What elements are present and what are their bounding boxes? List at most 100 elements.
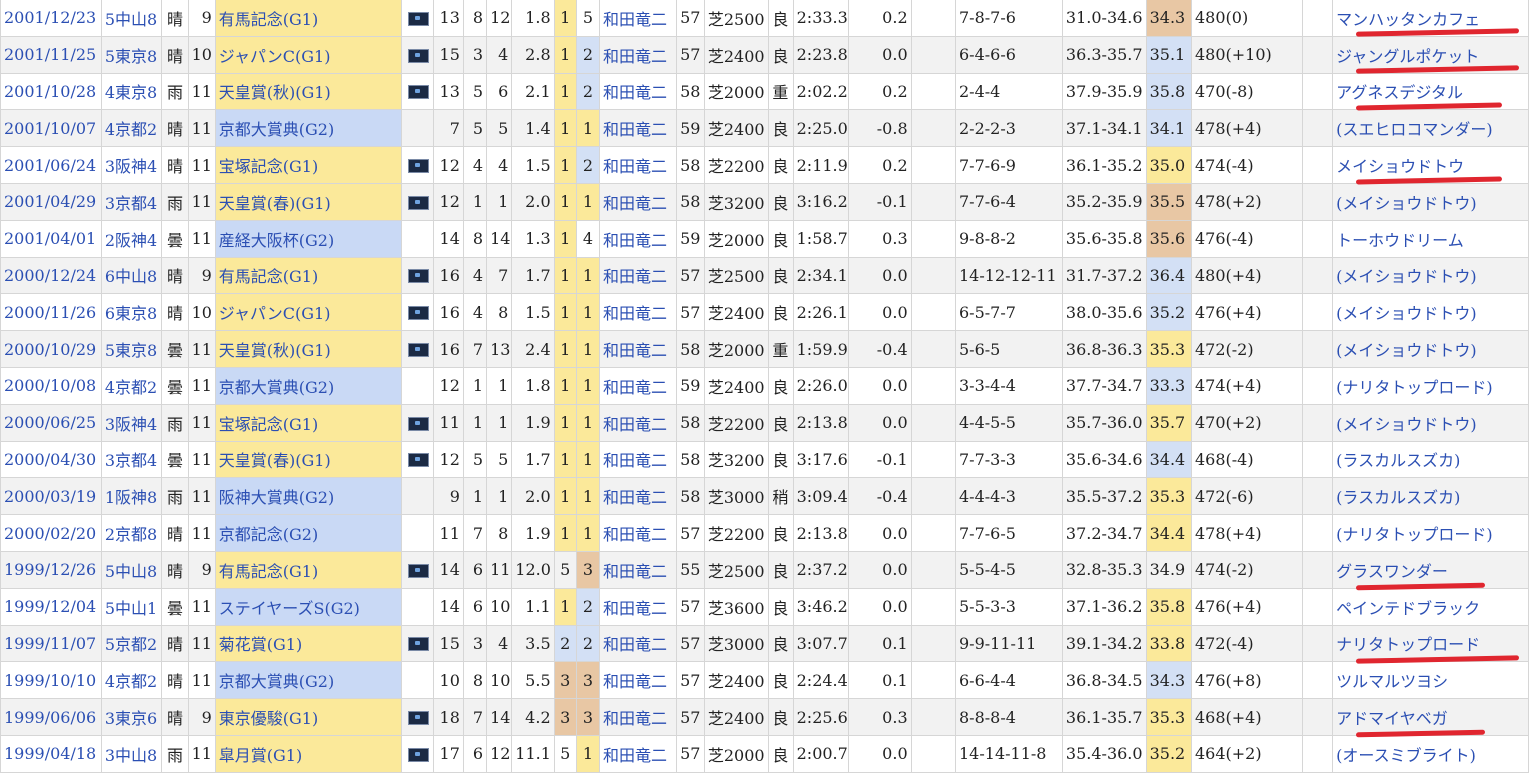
video-cell[interactable] bbox=[401, 550, 434, 589]
video-cell[interactable] bbox=[401, 403, 434, 442]
race-name-cell[interactable]: 宝塚記念(G1) bbox=[214, 403, 403, 442]
race-name-cell[interactable]: 有馬記念(G1) bbox=[214, 256, 403, 295]
video-icon[interactable] bbox=[407, 11, 429, 26]
race-name-cell[interactable]: 京都大賞典(G2) bbox=[214, 366, 403, 405]
video-cell[interactable] bbox=[401, 477, 434, 516]
jockey-cell[interactable]: 和田竜二 bbox=[599, 146, 677, 184]
venue-cell[interactable]: 4京都2 bbox=[100, 661, 163, 700]
video-icon[interactable] bbox=[407, 306, 429, 321]
date-cell[interactable]: 2000/10/08 bbox=[0, 366, 102, 405]
video-cell[interactable] bbox=[401, 35, 434, 74]
video-cell[interactable] bbox=[401, 330, 434, 368]
jockey-cell[interactable]: 和田竜二 bbox=[599, 293, 677, 332]
date-cell[interactable]: 1999/10/10 bbox=[0, 661, 102, 700]
date-cell[interactable]: 2001/04/01 bbox=[0, 219, 102, 258]
venue-cell[interactable]: 6東京8 bbox=[100, 293, 163, 332]
date-cell[interactable]: 2000/06/25 bbox=[0, 403, 102, 442]
date-cell[interactable]: 1999/12/04 bbox=[0, 587, 102, 626]
race-name-cell[interactable]: 京都記念(G2) bbox=[214, 514, 403, 552]
video-cell[interactable] bbox=[401, 256, 434, 295]
jockey-cell[interactable]: 和田竜二 bbox=[599, 256, 677, 295]
video-cell[interactable] bbox=[401, 72, 434, 111]
video-cell[interactable] bbox=[401, 366, 434, 405]
jockey-cell[interactable]: 和田竜二 bbox=[599, 624, 677, 663]
venue-cell[interactable]: 3阪神4 bbox=[100, 403, 163, 442]
venue-cell[interactable]: 4京都2 bbox=[100, 109, 163, 148]
date-cell[interactable]: 2001/11/25 bbox=[0, 35, 102, 74]
date-cell[interactable]: 1999/06/06 bbox=[0, 698, 102, 736]
video-icon[interactable] bbox=[407, 453, 429, 468]
winner-cell[interactable]: (ナリタトップロード) bbox=[1332, 514, 1529, 552]
jockey-cell[interactable]: 和田竜二 bbox=[599, 514, 677, 552]
venue-cell[interactable]: 3京都4 bbox=[100, 440, 163, 479]
video-icon[interactable] bbox=[407, 711, 429, 726]
race-name-cell[interactable]: 京都大賞典(G2) bbox=[214, 109, 403, 148]
jockey-cell[interactable]: 和田竜二 bbox=[599, 35, 677, 74]
jockey-cell[interactable]: 和田竜二 bbox=[599, 698, 677, 736]
race-name-cell[interactable]: 宝塚記念(G1) bbox=[214, 146, 403, 184]
race-name-cell[interactable]: 皐月賞(G1) bbox=[214, 734, 403, 773]
race-name-cell[interactable]: ステイヤーズS(G2) bbox=[214, 587, 403, 626]
race-name-cell[interactable]: 東京優駿(G1) bbox=[214, 698, 403, 736]
winner-cell[interactable]: (メイショウドトウ) bbox=[1332, 403, 1529, 442]
date-cell[interactable]: 2000/11/26 bbox=[0, 293, 102, 332]
video-icon[interactable] bbox=[407, 747, 429, 762]
jockey-cell[interactable]: 和田竜二 bbox=[599, 403, 677, 442]
race-name-cell[interactable]: 天皇賞(秋)(G1) bbox=[214, 72, 403, 111]
race-name-cell[interactable]: 有馬記念(G1) bbox=[214, 550, 403, 589]
jockey-cell[interactable]: 和田竜二 bbox=[599, 587, 677, 626]
date-cell[interactable]: 1999/11/07 bbox=[0, 624, 102, 663]
jockey-cell[interactable]: 和田竜二 bbox=[599, 661, 677, 700]
winner-cell[interactable]: (メイショウドトウ) bbox=[1332, 330, 1529, 368]
race-name-cell[interactable]: 天皇賞(春)(G1) bbox=[214, 182, 403, 221]
winner-cell[interactable]: (ナリタトップロード) bbox=[1332, 366, 1529, 405]
video-cell[interactable] bbox=[401, 624, 434, 663]
date-cell[interactable]: 2001/10/28 bbox=[0, 72, 102, 111]
jockey-cell[interactable]: 和田竜二 bbox=[599, 0, 677, 37]
jockey-cell[interactable]: 和田竜二 bbox=[599, 330, 677, 368]
jockey-cell[interactable]: 和田竜二 bbox=[599, 440, 677, 479]
winner-cell[interactable]: (ラスカルスズカ) bbox=[1332, 440, 1529, 479]
winner-cell[interactable]: (ラスカルスズカ) bbox=[1332, 477, 1529, 516]
video-cell[interactable] bbox=[401, 698, 434, 736]
venue-cell[interactable]: 2京都8 bbox=[100, 514, 163, 552]
date-cell[interactable]: 2000/02/20 bbox=[0, 514, 102, 552]
video-cell[interactable] bbox=[401, 734, 434, 773]
venue-cell[interactable]: 5中山1 bbox=[100, 587, 163, 626]
race-name-cell[interactable]: 菊花賞(G1) bbox=[214, 624, 403, 663]
jockey-cell[interactable]: 和田竜二 bbox=[599, 734, 677, 773]
race-name-cell[interactable]: ジャパンC(G1) bbox=[214, 293, 403, 332]
jockey-cell[interactable]: 和田竜二 bbox=[599, 72, 677, 111]
video-cell[interactable] bbox=[401, 146, 434, 184]
video-cell[interactable] bbox=[401, 587, 434, 626]
winner-cell[interactable]: (オースミブライト) bbox=[1332, 734, 1529, 773]
venue-cell[interactable]: 2阪神4 bbox=[100, 219, 163, 258]
date-cell[interactable]: 2001/06/24 bbox=[0, 146, 102, 184]
venue-cell[interactable]: 5中山8 bbox=[100, 0, 163, 37]
video-icon[interactable] bbox=[407, 563, 429, 578]
jockey-cell[interactable]: 和田竜二 bbox=[599, 182, 677, 221]
venue-cell[interactable]: 5東京8 bbox=[100, 330, 163, 368]
winner-cell[interactable]: ツルマルツヨシ bbox=[1332, 661, 1529, 700]
race-name-cell[interactable]: 天皇賞(春)(G1) bbox=[214, 440, 403, 479]
date-cell[interactable]: 2001/12/23 bbox=[0, 0, 102, 37]
race-name-cell[interactable]: ジャパンC(G1) bbox=[214, 35, 403, 74]
video-cell[interactable] bbox=[401, 109, 434, 148]
video-cell[interactable] bbox=[401, 0, 434, 37]
race-name-cell[interactable]: 京都大賞典(G2) bbox=[214, 661, 403, 700]
venue-cell[interactable]: 6中山8 bbox=[100, 256, 163, 295]
video-icon[interactable] bbox=[407, 195, 429, 210]
winner-cell[interactable]: トーホウドリーム bbox=[1332, 219, 1529, 258]
video-cell[interactable] bbox=[401, 182, 434, 221]
date-cell[interactable]: 1999/04/18 bbox=[0, 734, 102, 773]
race-name-cell[interactable]: 有馬記念(G1) bbox=[214, 0, 403, 37]
jockey-cell[interactable]: 和田竜二 bbox=[599, 366, 677, 405]
race-name-cell[interactable]: 阪神大賞典(G2) bbox=[214, 477, 403, 516]
video-icon[interactable] bbox=[407, 416, 429, 431]
jockey-cell[interactable]: 和田竜二 bbox=[599, 550, 677, 589]
date-cell[interactable]: 2001/04/29 bbox=[0, 182, 102, 221]
venue-cell[interactable]: 3阪神4 bbox=[100, 146, 163, 184]
date-cell[interactable]: 2001/10/07 bbox=[0, 109, 102, 148]
venue-cell[interactable]: 3中山8 bbox=[100, 734, 163, 773]
winner-cell[interactable]: (メイショウドトウ) bbox=[1332, 293, 1529, 332]
